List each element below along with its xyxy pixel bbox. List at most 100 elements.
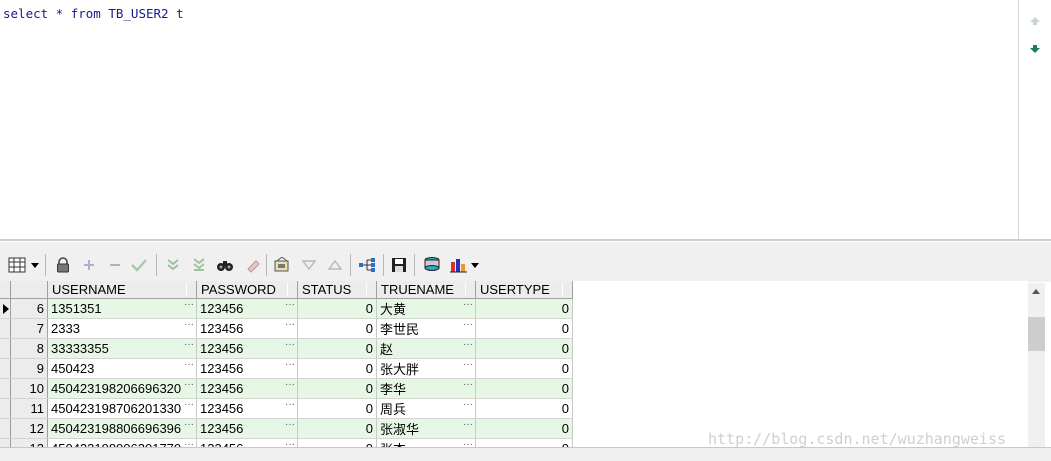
cell-editor-button[interactable]: ··· <box>463 439 473 447</box>
cell-editor-button[interactable]: ··· <box>285 419 295 430</box>
cell-status[interactable]: 0 <box>297 338 377 359</box>
column-header-username[interactable]: USERNAME <box>47 281 197 299</box>
row-indicator[interactable] <box>0 298 11 319</box>
row-indicator[interactable] <box>0 418 11 439</box>
cell-editor-button[interactable]: ··· <box>184 379 194 390</box>
result-grid[interactable]: USERNAME PASSWORD STATUS TRUENAME USERTY… <box>0 281 1028 447</box>
cell-password[interactable]: 123456··· <box>196 418 298 439</box>
cell-password[interactable]: 123456··· <box>196 378 298 399</box>
cell-editor-button[interactable]: ··· <box>184 339 194 350</box>
cell-usertype[interactable]: 0 <box>475 418 573 439</box>
grid-view-icon[interactable] <box>8 256 26 274</box>
cell-username[interactable]: 2333 ··· <box>47 318 197 339</box>
cell-truename[interactable]: 张大胖 ··· <box>376 358 476 379</box>
cell-status[interactable]: 0 <box>297 378 377 399</box>
cell-truename[interactable]: 张杰··· <box>376 438 476 447</box>
cell-editor-button[interactable]: ··· <box>463 339 473 350</box>
cell-username[interactable]: 450423 ··· <box>47 358 197 379</box>
cell-password[interactable]: 123456··· <box>196 398 298 419</box>
cell-editor-button[interactable]: ··· <box>463 399 473 410</box>
sql-editor[interactable]: select * from TB_USER2 t <box>0 0 1019 239</box>
cell-truename[interactable]: 大黄 ··· <box>376 298 476 319</box>
cell-username[interactable]: 450423198806696396 ··· <box>47 418 197 439</box>
cell-editor-button[interactable]: ··· <box>184 299 194 310</box>
filter-down-icon[interactable] <box>300 256 318 274</box>
export-icon[interactable] <box>273 256 291 274</box>
post-changes-icon[interactable] <box>130 256 148 274</box>
scrollbar-thumb[interactable] <box>1028 317 1045 351</box>
chart-dropdown-icon[interactable] <box>470 256 480 274</box>
column-header-status[interactable]: STATUS <box>297 281 377 299</box>
find-icon[interactable] <box>216 256 234 274</box>
arrow-down-icon[interactable] <box>1029 40 1041 53</box>
row-indicator[interactable] <box>0 398 11 419</box>
row-indicator[interactable] <box>0 358 11 379</box>
cell-username[interactable]: 33333355 ··· <box>47 338 197 359</box>
cell-editor-button[interactable]: ··· <box>463 299 473 310</box>
cell-password[interactable]: 123456··· <box>196 438 298 447</box>
scroll-up-icon[interactable] <box>1032 289 1040 294</box>
table-row[interactable]: 12 450423198806696396 ··· 123456 ··· 0 张淑华 ··· 0 <box>0 418 573 439</box>
cell-usertype[interactable]: 0 <box>475 378 573 399</box>
column-header-usertype[interactable]: USERTYPE <box>475 281 573 299</box>
cell-editor-button[interactable]: ··· <box>285 299 295 310</box>
cell-truename[interactable]: 赵 ··· <box>376 338 476 359</box>
delete-record-icon[interactable] <box>106 256 124 274</box>
cell-usertype[interactable]: 0 <box>475 398 573 419</box>
save-icon[interactable] <box>390 256 408 274</box>
table-row[interactable]: 7 2333 ··· 123456 ··· 0 李世民 ··· 0 <box>0 318 573 339</box>
query-plan-icon[interactable] <box>358 256 376 274</box>
cell-editor-button[interactable]: ··· <box>184 399 194 410</box>
last-page-icon[interactable] <box>190 256 208 274</box>
cell-editor-button[interactable]: ··· <box>285 379 295 390</box>
cell-username[interactable]: 450423198206696320 ··· <box>47 378 197 399</box>
row-indicator[interactable] <box>0 338 11 359</box>
cell-editor-button[interactable]: ··· <box>285 439 295 447</box>
cell-editor-button[interactable]: ··· <box>463 319 473 330</box>
cell-password[interactable]: 123456··· <box>196 358 298 379</box>
cell-status[interactable]: 0 <box>297 418 377 439</box>
column-header-truename[interactable]: TRUENAME <box>376 281 476 299</box>
table-row[interactable]: 10 450423198206696320 ··· 123456 ··· 0 李华 ··· 0 <box>0 378 573 399</box>
cell-editor-button[interactable]: ··· <box>463 419 473 430</box>
lock-icon[interactable] <box>54 256 72 274</box>
cell-editor-button[interactable]: ··· <box>184 439 194 447</box>
cell-editor-button[interactable]: ··· <box>285 399 295 410</box>
cell-status[interactable]: 0 <box>297 358 377 379</box>
clear-icon[interactable] <box>244 256 262 274</box>
cell-truename[interactable]: 张淑华 ··· <box>376 418 476 439</box>
cell-editor-button[interactable]: ··· <box>184 419 194 430</box>
cell-truename[interactable]: 李华 ··· <box>376 378 476 399</box>
chevron-down-icon[interactable] <box>30 256 40 274</box>
cell-usertype[interactable]: 0 <box>475 318 573 339</box>
column-header-password[interactable]: PASSWORD <box>196 281 298 299</box>
cell-password[interactable]: 123456··· <box>196 298 298 319</box>
cell-usertype[interactable]: 0 <box>475 338 573 359</box>
filter-up-icon[interactable] <box>326 256 344 274</box>
cell-editor-button[interactable]: ··· <box>285 339 295 350</box>
cell-usertype[interactable]: 0 <box>475 298 573 319</box>
table-row[interactable]: 11 450423198706201330 ··· 123456 ··· 0 周兵 ··· 0 <box>0 398 573 419</box>
sql-text[interactable]: select * from TB_USER2 t <box>3 6 184 21</box>
cell-truename[interactable]: 周兵 ··· <box>376 398 476 419</box>
cell-usertype[interactable]: 0 <box>475 358 573 379</box>
next-page-icon[interactable] <box>164 256 182 274</box>
chart-icon[interactable] <box>450 256 468 274</box>
cell-status[interactable]: 0 <box>297 438 377 447</box>
row-indicator[interactable] <box>0 378 11 399</box>
cell-status[interactable]: 0 <box>297 318 377 339</box>
row-indicator[interactable] <box>0 318 11 339</box>
cell-editor-button[interactable]: ··· <box>285 319 295 330</box>
arrow-up-icon[interactable] <box>1029 12 1041 25</box>
cell-truename[interactable]: 李世民 ··· <box>376 318 476 339</box>
cell-editor-button[interactable]: ··· <box>184 319 194 330</box>
add-record-icon[interactable] <box>80 256 98 274</box>
vertical-scrollbar[interactable] <box>1028 283 1045 447</box>
table-row[interactable]: 13450423198906201770···123456···0张杰···0 <box>0 438 573 447</box>
print-icon[interactable] <box>423 256 441 274</box>
cell-editor-button[interactable]: ··· <box>285 359 295 370</box>
cell-status[interactable]: 0 <box>297 298 377 319</box>
table-row[interactable]: 6 1351351 ··· 123456 ··· 0 大黄 ··· 0 <box>0 298 573 319</box>
cell-username[interactable]: 450423198706201330 ··· <box>47 398 197 419</box>
cell-status[interactable]: 0 <box>297 398 377 419</box>
